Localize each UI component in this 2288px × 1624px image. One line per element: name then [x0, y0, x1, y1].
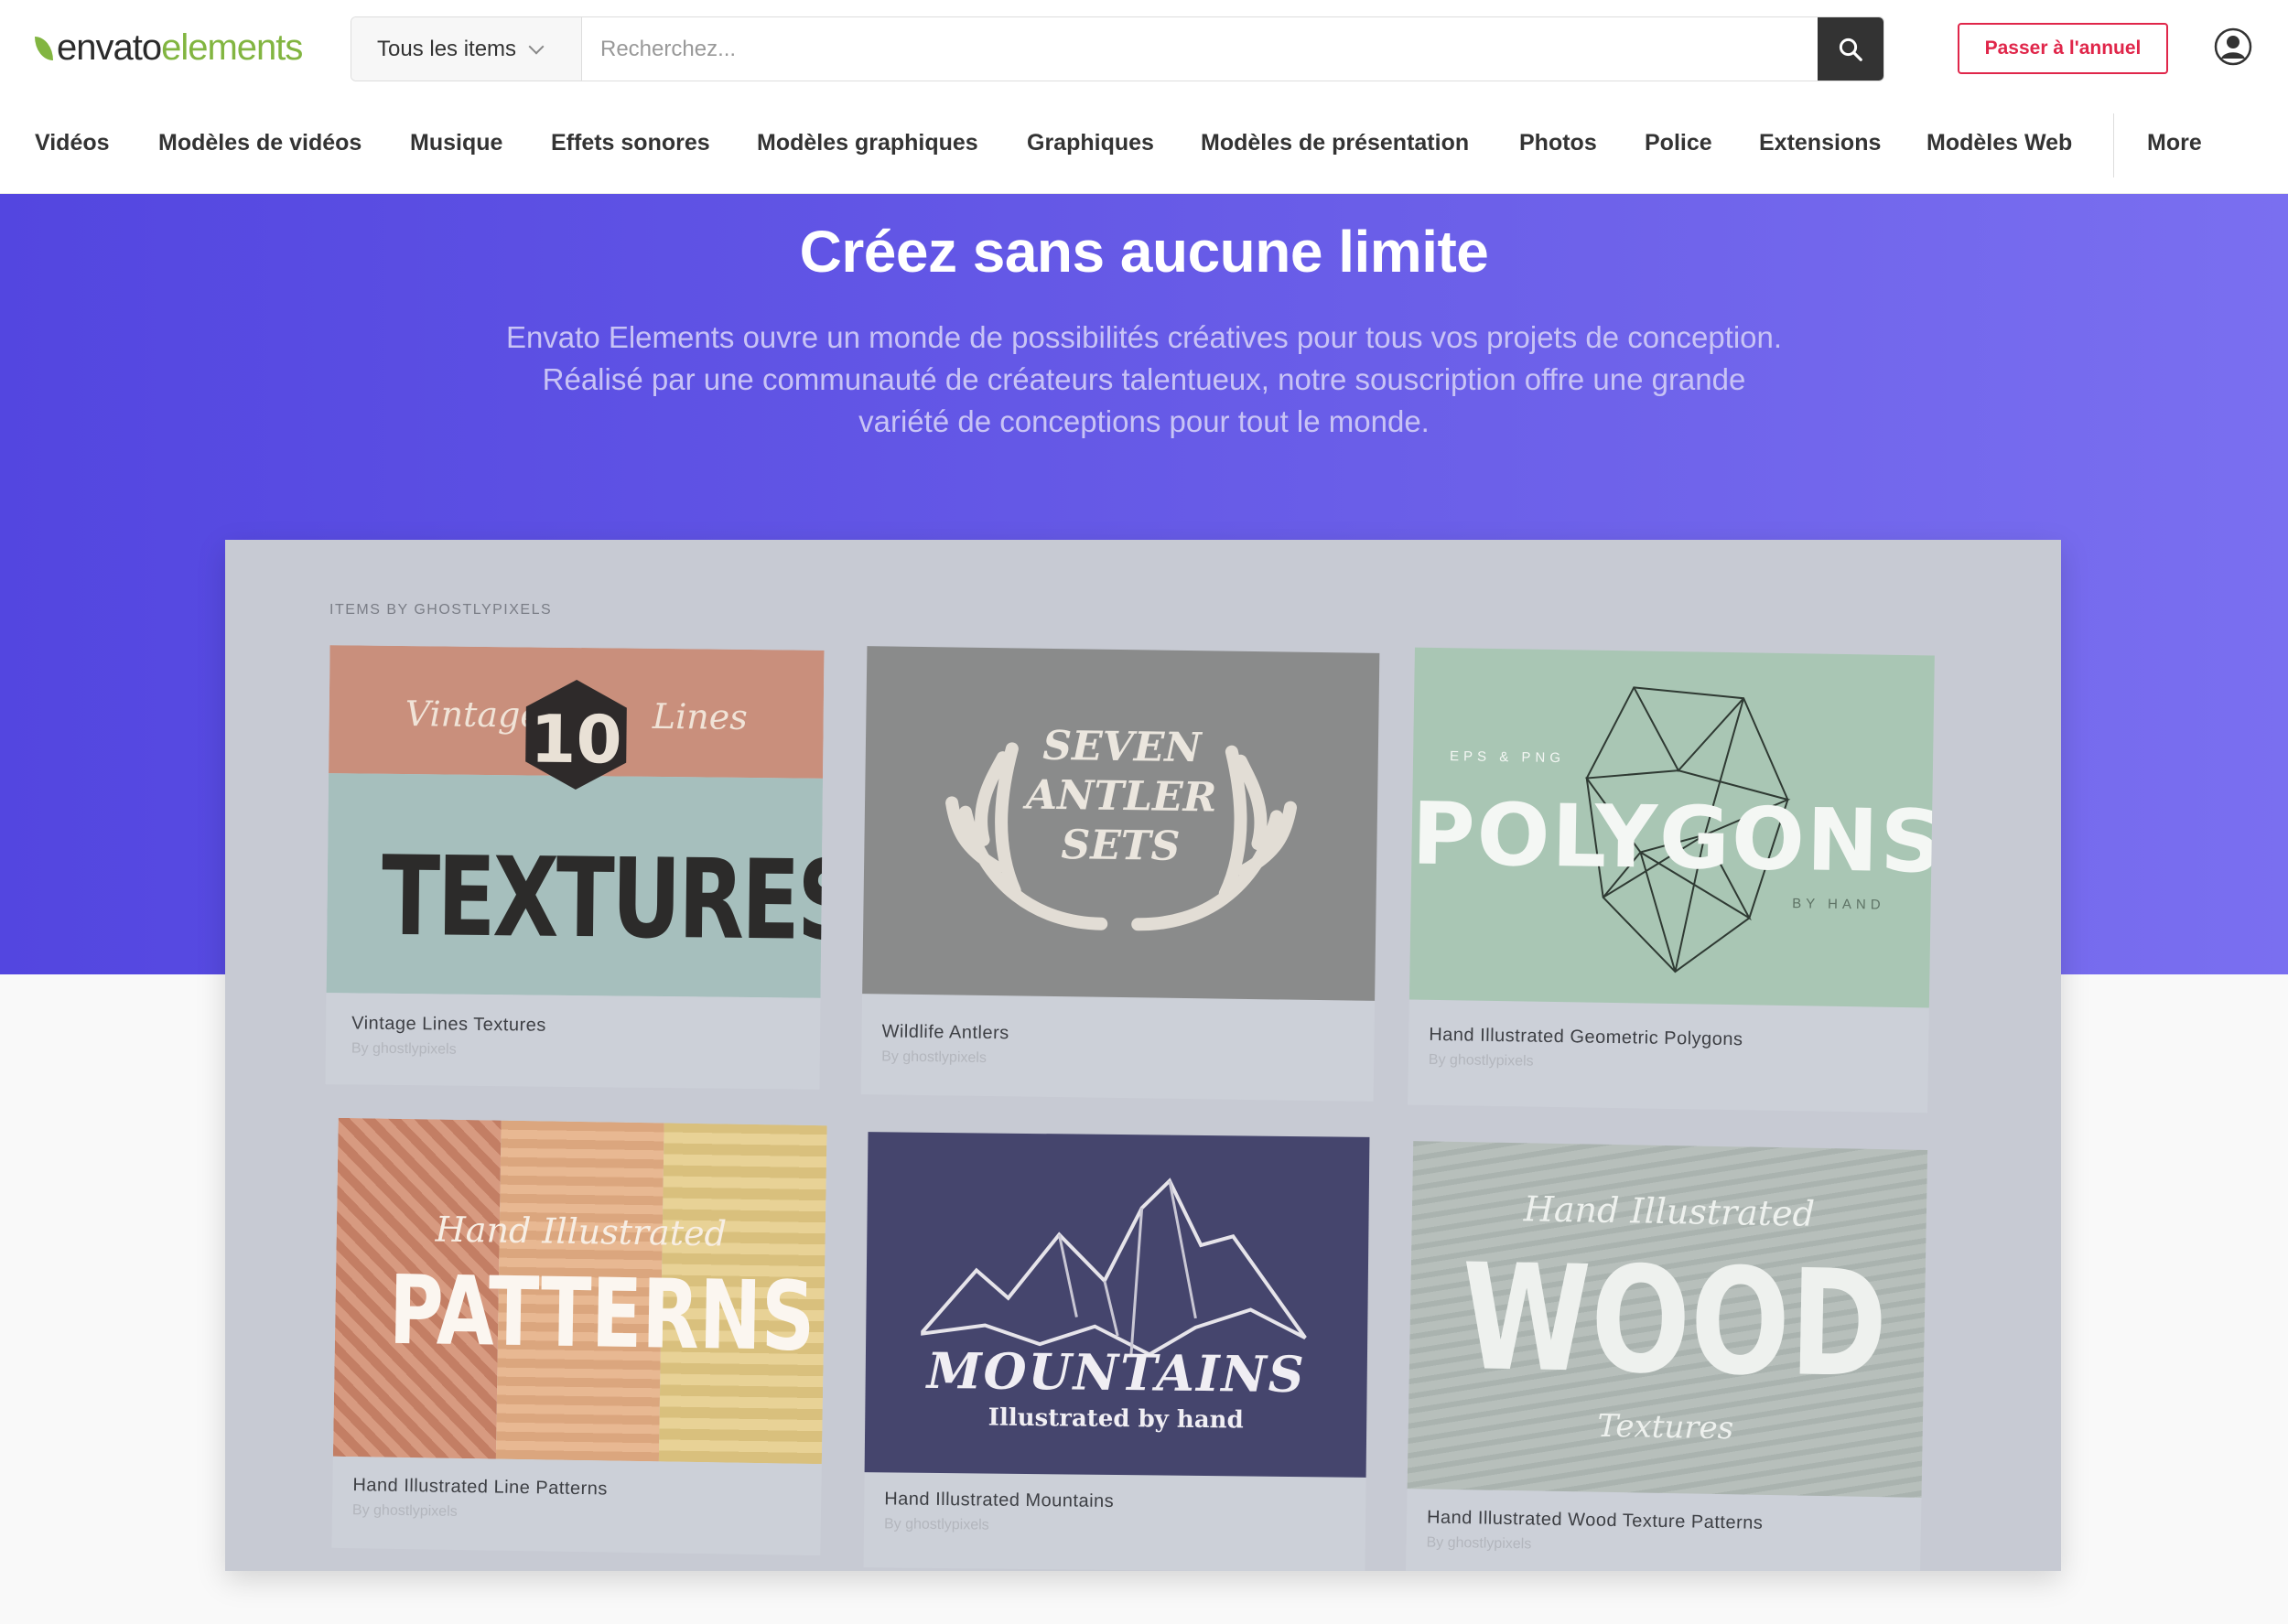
art-text: SEVEN — [1041, 722, 1202, 772]
item-author: By ghostlypixels — [351, 1040, 457, 1058]
art-text: TEXTURES — [381, 833, 825, 966]
user-account-icon[interactable] — [2214, 27, 2252, 66]
hero-subtitle: Envato Elements ouvre un monde de possib… — [458, 317, 1830, 443]
item-card[interactable]: MOUNTAINS Illustrated by hand Hand Illus… — [863, 1132, 1370, 1571]
item-card[interactable]: Hand Illustrated PATTERNS Hand Illustrat… — [331, 1117, 827, 1556]
item-author: By ghostlypixels — [351, 1502, 458, 1520]
item-title: Hand Illustrated Line Patterns — [352, 1475, 609, 1500]
nav-item-graphic-templates[interactable]: Modèles graphiques — [757, 130, 978, 156]
item-thumbnail: Vintage Lines 10 TEXTURES — [326, 645, 825, 998]
item-title: Vintage Lines Textures — [351, 1013, 546, 1036]
item-title: Hand Illustrated Wood Texture Patterns — [1426, 1507, 1764, 1533]
art-text: WOOD — [1460, 1231, 1889, 1411]
leaf-icon — [35, 36, 53, 60]
hero-subtitle-line: Réalisé par une communauté de créateurs … — [542, 362, 1746, 396]
art-text: 10 — [529, 700, 622, 779]
showcase-preview: ITEMS BY GHOSTLYPIXELS Vintage Lines 10 … — [225, 540, 2061, 1571]
item-card[interactable]: Hand Illustrated WOOD Textures Hand Illu… — [1405, 1141, 1928, 1571]
nav-item-photos[interactable]: Photos — [1519, 130, 1597, 156]
item-card[interactable]: Vintage Lines 10 TEXTURES Vintage Lines … — [325, 645, 825, 1090]
item-card[interactable]: EPS & PNG POLYGONS BY HAND Hand Illustra… — [1408, 647, 1935, 1113]
item-title: Wildlife Antlers — [881, 1021, 1009, 1044]
search-bar: Tous les items — [351, 16, 1884, 81]
item-thumbnail: EPS & PNG POLYGONS BY HAND — [1408, 647, 1935, 1008]
nav-item-sound-effects[interactable]: Effets sonores — [551, 130, 710, 156]
item-author: By ghostlypixels — [883, 1516, 989, 1533]
hero-subtitle-line: variété de conceptions pour tout le mond… — [858, 404, 1430, 438]
search-input[interactable] — [582, 17, 1818, 81]
category-nav: Vidéos Modèles de vidéos Musique Effets … — [0, 97, 2288, 194]
item-title: Hand Illustrated Geometric Polygons — [1429, 1024, 1743, 1050]
nav-item-web-templates[interactable]: Modèles Web — [1926, 130, 2072, 156]
logo-text-elements: elements — [161, 27, 303, 68]
art-text: Hand Illustrated — [1523, 1188, 1816, 1234]
nav-item-videos[interactable]: Vidéos — [35, 130, 110, 156]
upgrade-annual-button[interactable]: Passer à l'annuel — [1958, 23, 2168, 74]
item-author: By ghostlypixels — [881, 1049, 988, 1066]
art-text: Hand Illustrated — [435, 1209, 728, 1254]
item-thumbnail: Hand Illustrated PATTERNS — [332, 1117, 827, 1465]
nav-item-add-ons[interactable]: Extensions — [1759, 130, 1881, 156]
logo-text-envato: envato — [57, 27, 162, 68]
nav-item-graphics[interactable]: Graphiques — [1027, 130, 1154, 156]
hero-title: Créez sans aucune limite — [799, 219, 1489, 285]
top-header: envato elements Tous les items Passer à … — [0, 0, 2288, 97]
art-text: POLYGONS — [1410, 784, 1935, 893]
search-icon — [1839, 38, 1862, 61]
item-thumbnail: MOUNTAINS Illustrated by hand — [864, 1132, 1370, 1478]
art-text: MOUNTAINS — [926, 1340, 1307, 1404]
mountains-illustration — [920, 1178, 1307, 1357]
item-thumbnail: Hand Illustrated WOOD Textures — [1407, 1141, 1928, 1498]
nav-item-presentation-templates[interactable]: Modèles de présentation — [1201, 130, 1469, 156]
hero-subtitle-line: Envato Elements ouvre un monde de possib… — [505, 320, 1783, 354]
art-text: PATTERNS — [388, 1253, 816, 1373]
nav-item-music[interactable]: Musique — [410, 130, 502, 156]
category-select-label: Tous les items — [377, 36, 517, 61]
item-author: By ghostlypixels — [1426, 1534, 1532, 1553]
art-text: Textures — [1597, 1407, 1734, 1447]
art-text: SETS — [1061, 822, 1181, 870]
item-card[interactable]: SEVEN ANTLER SETS Wildlife Antlers By gh… — [860, 646, 1380, 1102]
item-author: By ghostlypixels — [1428, 1051, 1534, 1070]
nav-item-video-templates[interactable]: Modèles de vidéos — [158, 130, 362, 156]
category-select[interactable]: Tous les items — [351, 17, 582, 81]
nav-divider — [2113, 113, 2114, 177]
item-thumbnail: SEVEN ANTLER SETS — [862, 646, 1380, 1001]
item-title: Hand Illustrated Mountains — [884, 1489, 1115, 1511]
envato-elements-logo[interactable]: envato elements — [35, 27, 303, 69]
search-button[interactable] — [1818, 17, 1883, 81]
chevron-down-icon — [528, 38, 545, 54]
section-label: ITEMS BY GHOSTLYPIXELS — [329, 602, 553, 618]
nav-item-more[interactable]: More — [2147, 130, 2202, 156]
nav-item-fonts[interactable]: Police — [1645, 130, 1712, 156]
art-text: ANTLER — [1025, 771, 1217, 822]
art-text: Illustrated by hand — [988, 1404, 1244, 1435]
